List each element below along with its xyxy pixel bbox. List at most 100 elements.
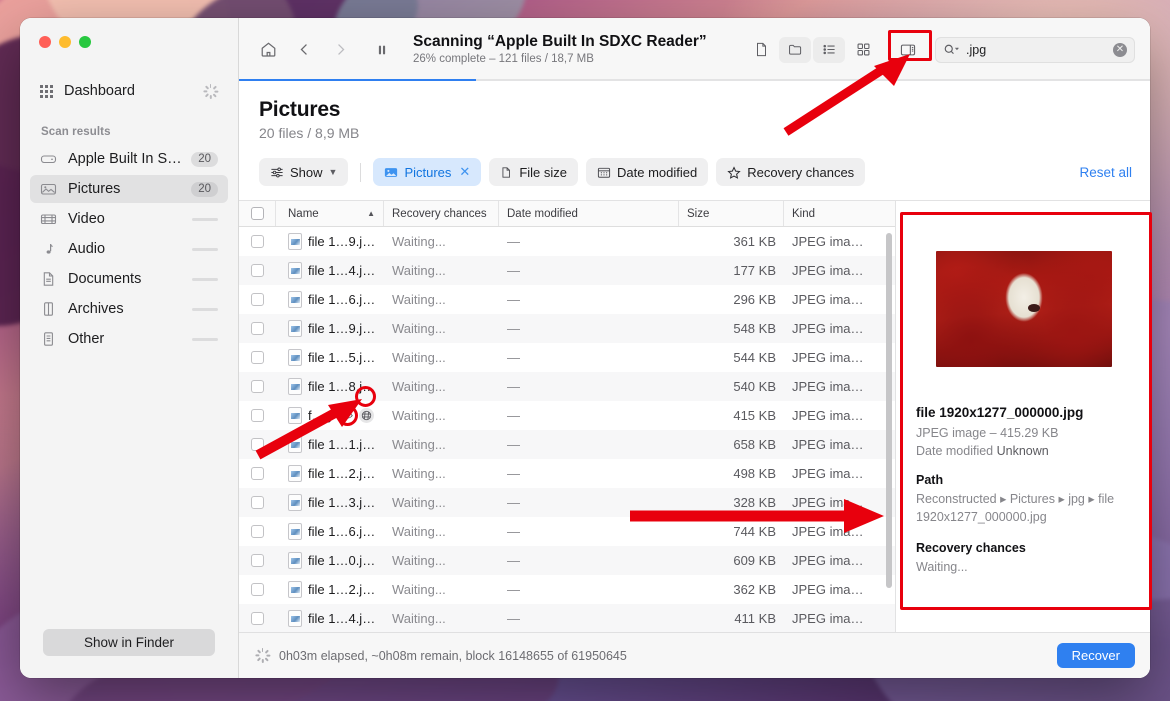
sidebar-item-other[interactable]: Other <box>30 325 228 353</box>
sidebar-item-video[interactable]: Video <box>30 205 228 233</box>
row-checkbox-cell[interactable] <box>239 227 276 256</box>
select-all-header[interactable] <box>239 201 276 226</box>
row-checkbox-cell[interactable] <box>239 575 276 604</box>
recover-button[interactable]: Recover <box>1056 643 1135 668</box>
row-checkbox[interactable] <box>251 380 264 393</box>
row-checkbox-cell[interactable] <box>239 459 276 488</box>
reset-all-button[interactable]: Reset all <box>1079 165 1132 180</box>
table-row[interactable]: file 1…9.jpg Waiting... — 361 KB JPEG im… <box>239 227 895 256</box>
column-header-name[interactable]: Name ▲ <box>276 201 384 226</box>
table-row[interactable]: file 1…2.jpg Waiting... — 362 KB JPEG im… <box>239 575 895 604</box>
zoom-button[interactable] <box>79 36 91 48</box>
search-input-value[interactable]: .jpg <box>966 43 1108 57</box>
table-row[interactable]: file 1…1.jpg Waiting... — 658 KB JPEG im… <box>239 430 895 459</box>
forward-chevron-right-icon[interactable] <box>329 39 351 61</box>
filter-chip-recovery-chances[interactable]: Recovery chances <box>716 158 866 186</box>
sidebar-item-archives[interactable]: Archives <box>30 295 228 323</box>
row-checkbox[interactable] <box>251 554 264 567</box>
preview-eye-icon[interactable] <box>339 408 355 423</box>
sidebar-item-audio[interactable]: Audio <box>30 235 228 263</box>
sidebar: Dashboard Scan results Apple Built In SD… <box>20 18 239 678</box>
table-row[interactable]: file 1…6.jpg Waiting... — 296 KB JPEG im… <box>239 285 895 314</box>
row-checkbox-cell[interactable] <box>239 256 276 285</box>
folder-view-icon[interactable] <box>779 36 811 63</box>
hash-icon[interactable] <box>358 408 374 423</box>
dog-muzzle-detail <box>1027 303 1040 312</box>
row-checkbox[interactable] <box>251 583 264 596</box>
photo-icon <box>40 181 57 197</box>
search-field[interactable]: .jpg ✕ <box>935 36 1135 63</box>
row-checkbox[interactable] <box>251 264 264 277</box>
scan-subtitle: 26% complete – 121 files / 18,7 MB <box>413 52 594 65</box>
filter-chip-date-modified[interactable]: Date modified <box>586 158 709 186</box>
column-header-date-modified[interactable]: Date modified <box>499 201 679 226</box>
row-name-cell: file 1…6.jpg <box>276 285 384 314</box>
column-header-size[interactable]: Size <box>679 201 784 226</box>
table-row[interactable]: file 1…4.jpg Waiting... — 411 KB JPEG im… <box>239 604 895 632</box>
table-row[interactable]: file 1…2.jpg Waiting... — 498 KB JPEG im… <box>239 459 895 488</box>
row-checkbox-cell[interactable] <box>239 430 276 459</box>
sidebar-item-documents[interactable]: Documents <box>30 265 228 293</box>
table-vertical-scrollbar[interactable] <box>886 233 892 588</box>
preview-date-modified-label: Date modified <box>916 443 994 458</box>
row-checkbox[interactable] <box>251 235 264 248</box>
preview-pane-toggle-icon[interactable] <box>892 37 924 63</box>
table-row[interactable]: file 1…3.jpg Waiting... — 328 KB JPEG im… <box>239 488 895 517</box>
remove-filter-close-icon[interactable]: ✕ <box>459 164 470 180</box>
row-checkbox-cell[interactable] <box>239 343 276 372</box>
filter-bar: Show ▼ Pictures ✕ File size Date modifie… <box>239 141 1150 200</box>
sidebar-item-pictures[interactable]: Pictures 20 <box>30 175 228 203</box>
list-view-icon[interactable] <box>813 36 845 63</box>
filter-chip-file-size[interactable]: File size <box>489 158 579 186</box>
minimize-button[interactable] <box>59 36 71 48</box>
row-checkbox-cell[interactable] <box>239 517 276 546</box>
row-checkbox[interactable] <box>251 322 264 335</box>
table-row[interactable]: file 1…0.jpg Waiting... — 609 KB JPEG im… <box>239 546 895 575</box>
row-kind: JPEG ima… <box>792 350 864 365</box>
sidebar-item-dashboard[interactable]: Dashboard <box>30 76 228 106</box>
row-checkbox-cell[interactable] <box>239 314 276 343</box>
row-date-modified: — <box>507 611 520 626</box>
column-header-recovery-chances[interactable]: Recovery chances <box>384 201 499 226</box>
row-kind: JPEG ima… <box>792 263 864 278</box>
search-clear-icon[interactable]: ✕ <box>1113 42 1127 57</box>
filter-chip-pictures[interactable]: Pictures ✕ <box>373 158 482 186</box>
row-checkbox[interactable] <box>251 612 264 625</box>
file-view-icon[interactable] <box>745 37 777 63</box>
show-in-finder-button[interactable]: Show in Finder <box>43 629 215 656</box>
row-recovery-chances: Waiting... <box>392 234 446 249</box>
close-button[interactable] <box>39 36 51 48</box>
table-row[interactable]: f…g Waiting... — 415 KB JPEG ima… <box>239 401 895 430</box>
row-checkbox-cell[interactable] <box>239 401 276 430</box>
row-name-cell: file 1…0.jpg <box>276 546 384 575</box>
row-checkbox-cell[interactable] <box>239 546 276 575</box>
show-filter-button[interactable]: Show ▼ <box>259 158 349 186</box>
table-row[interactable]: file 1…4.jpg Waiting... — 177 KB JPEG im… <box>239 256 895 285</box>
row-checkbox-cell[interactable] <box>239 604 276 632</box>
row-checkbox[interactable] <box>251 467 264 480</box>
home-icon[interactable] <box>257 39 279 61</box>
table-row[interactable]: file 1…6.jpg Waiting... — 744 KB JPEG im… <box>239 517 895 546</box>
jpeg-file-icon <box>288 581 302 598</box>
column-header-kind[interactable]: Kind <box>784 201 895 226</box>
sidebar-item-apple-built-in-sdxc[interactable]: Apple Built In SDXC... 20 <box>30 145 228 173</box>
row-size: 361 KB <box>733 234 776 249</box>
jpeg-file-icon <box>288 349 302 366</box>
row-checkbox-cell[interactable] <box>239 372 276 401</box>
row-checkbox[interactable] <box>251 293 264 306</box>
grid-view-icon[interactable] <box>847 37 879 63</box>
row-checkbox[interactable] <box>251 351 264 364</box>
back-chevron-left-icon[interactable] <box>293 39 315 61</box>
row-checkbox[interactable] <box>251 409 264 422</box>
row-checkbox[interactable] <box>251 496 264 509</box>
row-checkbox[interactable] <box>251 438 264 451</box>
select-all-checkbox[interactable] <box>250 207 264 220</box>
table-row[interactable]: file 1…5.jpg Waiting... — 544 KB JPEG im… <box>239 343 895 372</box>
row-checkbox-cell[interactable] <box>239 285 276 314</box>
pause-icon[interactable] <box>371 39 393 61</box>
row-name-cell: f…g <box>276 401 384 430</box>
table-row[interactable]: file 1…8.jpg Waiting... — 540 KB JPEG im… <box>239 372 895 401</box>
row-checkbox-cell[interactable] <box>239 488 276 517</box>
table-row[interactable]: file 1…9.jpg Waiting... — 548 KB JPEG im… <box>239 314 895 343</box>
row-checkbox[interactable] <box>251 525 264 538</box>
